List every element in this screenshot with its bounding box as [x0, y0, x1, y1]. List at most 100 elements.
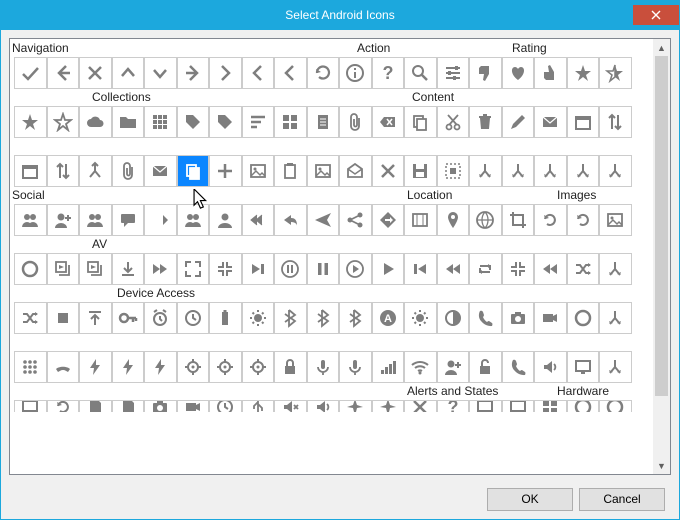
soc-reply-icon[interactable]: [274, 204, 307, 236]
scroll-thumb[interactable]: [655, 56, 668, 396]
dev-data-usage-icon[interactable]: [567, 302, 600, 334]
nav-back-icon[interactable]: [47, 57, 80, 89]
act-search-icon[interactable]: [404, 57, 437, 89]
dev-battery-icon[interactable]: [209, 302, 242, 334]
alert-airplane-off-icon[interactable]: [339, 400, 372, 412]
blank-icon[interactable]: [599, 302, 632, 334]
dev-new-account-icon[interactable]: [437, 351, 470, 383]
blank-icon[interactable]: [567, 155, 600, 187]
loc-map-icon[interactable]: [404, 204, 437, 236]
dev-sd-storage-icon[interactable]: [79, 400, 112, 412]
col-sort-icon[interactable]: [242, 106, 275, 138]
act-about-icon[interactable]: [339, 57, 372, 89]
av-add-queue-icon[interactable]: [14, 253, 47, 285]
soc-person-icon[interactable]: [209, 204, 242, 236]
blank-icon[interactable]: [599, 253, 632, 285]
con-new-icon[interactable]: [144, 155, 177, 187]
blank-icon[interactable]: [534, 155, 567, 187]
col-new-label-icon[interactable]: [209, 106, 242, 138]
av-upload-icon[interactable]: [567, 253, 600, 285]
soc-chat-icon[interactable]: [112, 204, 145, 236]
dev-dial-pad-icon[interactable]: [14, 351, 47, 383]
dev-not-secure-icon[interactable]: [469, 351, 502, 383]
con-select-all-icon[interactable]: [339, 155, 372, 187]
nav-cancel-icon[interactable]: [79, 57, 112, 89]
nav-expand-icon[interactable]: [144, 57, 177, 89]
av-play-icon[interactable]: [339, 253, 372, 285]
dev-shuffle-icon[interactable]: [14, 302, 47, 334]
soc-share-icon[interactable]: [339, 204, 372, 236]
dev-access-icon[interactable]: [112, 302, 145, 334]
con-read-icon[interactable]: [242, 155, 275, 187]
rate-favorite-icon[interactable]: [502, 57, 535, 89]
dev-end-call-icon[interactable]: [47, 351, 80, 383]
av-full-screen-icon[interactable]: [144, 253, 177, 285]
dev-bluetooth-conn-icon[interactable]: [307, 302, 340, 334]
av-replay-icon[interactable]: [47, 253, 80, 285]
dev-cell-icon[interactable]: [372, 351, 405, 383]
nav-collapse-icon[interactable]: [112, 57, 145, 89]
dev-volume-on-icon[interactable]: [307, 400, 340, 412]
act-settings-icon[interactable]: [437, 57, 470, 89]
dev-screen-rot-icon[interactable]: [47, 400, 80, 412]
con-split-icon[interactable]: [372, 155, 405, 187]
col-event-icon[interactable]: [144, 106, 177, 138]
dev-gps-found-icon[interactable]: [177, 351, 210, 383]
av-previous-icon[interactable]: [372, 253, 405, 285]
img-rotate-left-icon[interactable]: [534, 204, 567, 236]
av-fast-forward-icon[interactable]: [112, 253, 145, 285]
ok-button[interactable]: OK: [487, 488, 573, 511]
col-collection-icon[interactable]: [112, 106, 145, 138]
dev-storage-icon[interactable]: [112, 400, 145, 412]
dev-call-icon[interactable]: [469, 302, 502, 334]
nav-forward-icon[interactable]: [177, 57, 210, 89]
dev-upload-icon[interactable]: [79, 302, 112, 334]
av-play-circle-icon[interactable]: [307, 253, 340, 285]
con-picture-icon[interactable]: [209, 155, 242, 187]
dev-gps-search-icon[interactable]: [242, 351, 275, 383]
dev-brightness-med-icon[interactable]: [404, 302, 437, 334]
nav-prev-item-icon[interactable]: [274, 57, 307, 89]
con-email-icon[interactable]: [502, 106, 535, 138]
dev-secure-icon[interactable]: [274, 351, 307, 383]
rate-good-icon[interactable]: [534, 57, 567, 89]
dev-usb-icon[interactable]: [242, 400, 275, 412]
blank-icon[interactable]: [599, 351, 632, 383]
dev-switch-video-icon[interactable]: [177, 400, 210, 412]
alert-error-icon[interactable]: [404, 400, 437, 412]
av-rewind-icon[interactable]: [469, 253, 502, 285]
act-refresh-icon[interactable]: [307, 57, 340, 89]
soc-reply-all-icon[interactable]: [242, 204, 275, 236]
hw-gamepad-icon[interactable]: [534, 400, 567, 412]
av-available-offline-icon[interactable]: [177, 253, 210, 285]
soc-add-group-icon[interactable]: [14, 204, 47, 236]
con-paste-icon[interactable]: [177, 155, 210, 187]
col-star-outline-icon[interactable]: [47, 106, 80, 138]
col-star-icon[interactable]: [14, 106, 47, 138]
con-event-icon[interactable]: [534, 106, 567, 138]
soc-send-icon[interactable]: [307, 204, 340, 236]
scroll-down-icon[interactable]: ▼: [653, 457, 670, 474]
close-button[interactable]: [633, 5, 679, 25]
dev-alarms-icon[interactable]: [177, 302, 210, 334]
av-repeat-icon[interactable]: [404, 253, 437, 285]
con-remove-icon[interactable]: [274, 155, 307, 187]
hw-headset-icon[interactable]: [599, 400, 632, 412]
av-next-icon[interactable]: [209, 253, 242, 285]
con-backspace-icon[interactable]: [339, 106, 372, 138]
blank-icon[interactable]: [599, 155, 632, 187]
con-edit-icon[interactable]: [469, 106, 502, 138]
dev-screen-lock-port-icon[interactable]: [14, 400, 47, 412]
cancel-button[interactable]: Cancel: [579, 488, 665, 511]
nav-next-icon[interactable]: [209, 57, 242, 89]
dev-mic-muted-icon[interactable]: [339, 351, 372, 383]
con-merge-icon[interactable]: [599, 106, 632, 138]
dev-add-alarm-icon[interactable]: [144, 302, 177, 334]
av-pause-icon[interactable]: [274, 253, 307, 285]
rate-half-icon[interactable]: [599, 57, 632, 89]
col-view-as-grid-icon[interactable]: [274, 106, 307, 138]
con-unread-icon[interactable]: [437, 155, 470, 187]
hw-computer-icon[interactable]: [469, 400, 502, 412]
av-shuffle-icon[interactable]: [502, 253, 535, 285]
dev-flash-auto-icon[interactable]: [79, 351, 112, 383]
